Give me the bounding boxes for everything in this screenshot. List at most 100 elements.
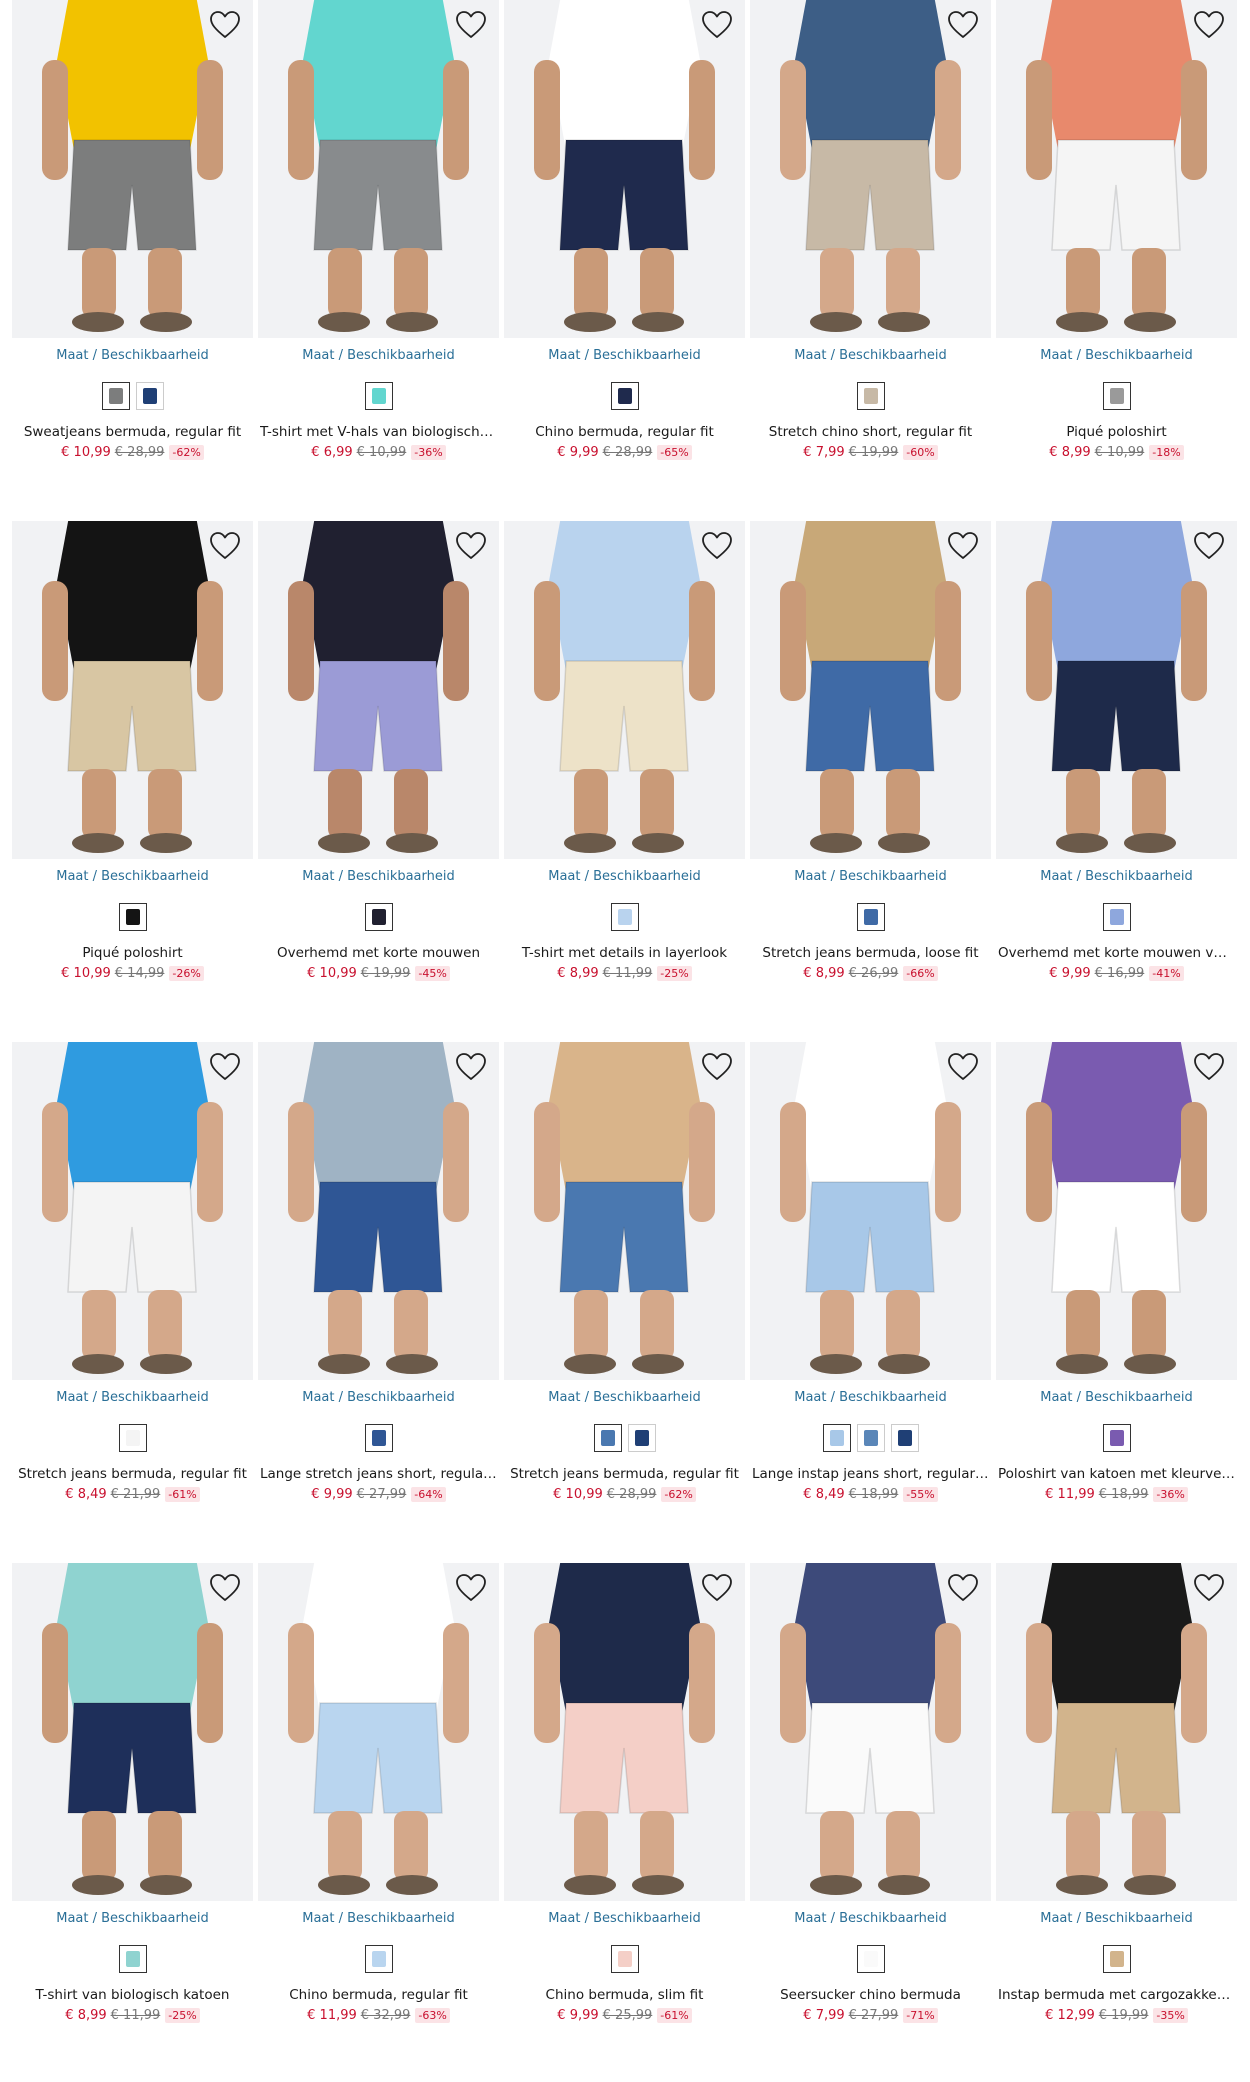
- size-availability-link[interactable]: Maat / Beschikbaarheid: [996, 1911, 1237, 1926]
- heart-outline-icon[interactable]: [947, 1573, 979, 1603]
- product-card[interactable]: Maat / Beschikbaarheid Stretch jeans berm…: [750, 521, 991, 1001]
- product-card[interactable]: Maat / Beschikbaarheid T-shirt met V-hals…: [258, 0, 499, 480]
- heart-outline-icon[interactable]: [1193, 1573, 1225, 1603]
- heart-outline-icon[interactable]: [455, 1052, 487, 1082]
- product-name[interactable]: Seersucker chino bermuda: [752, 1987, 989, 2003]
- product-name[interactable]: Overhemd met korte mouwen van linnen loo…: [998, 945, 1235, 961]
- product-image[interactable]: [504, 1563, 745, 1901]
- product-image[interactable]: [996, 1042, 1237, 1380]
- color-swatch[interactable]: [890, 1424, 919, 1452]
- product-card[interactable]: Maat / Beschikbaarheid Chino bermuda, sli…: [504, 1563, 745, 2043]
- color-swatch[interactable]: [856, 382, 885, 410]
- product-card[interactable]: Maat / Beschikbaarheid Lange instap jeans…: [750, 1042, 991, 1522]
- product-card[interactable]: Maat / Beschikbaarheid Stretch jeans berm…: [12, 1042, 253, 1522]
- size-availability-link[interactable]: Maat / Beschikbaarheid: [996, 869, 1237, 884]
- product-image[interactable]: [258, 521, 499, 859]
- size-availability-link[interactable]: Maat / Beschikbaarheid: [258, 869, 499, 884]
- size-availability-link[interactable]: Maat / Beschikbaarheid: [504, 348, 745, 363]
- product-card[interactable]: Maat / Beschikbaarheid Chino bermuda, reg…: [258, 1563, 499, 2043]
- product-name[interactable]: Piqué poloshirt: [14, 945, 251, 961]
- size-availability-link[interactable]: Maat / Beschikbaarheid: [258, 1911, 499, 1926]
- color-swatch[interactable]: [118, 1945, 147, 1973]
- product-name[interactable]: Lange stretch jeans short, regular fit: [260, 1466, 497, 1482]
- heart-outline-icon[interactable]: [1193, 531, 1225, 561]
- product-image[interactable]: [750, 0, 991, 338]
- product-image[interactable]: [750, 521, 991, 859]
- size-availability-link[interactable]: Maat / Beschikbaarheid: [258, 1390, 499, 1405]
- size-availability-link[interactable]: Maat / Beschikbaarheid: [504, 1390, 745, 1405]
- product-name[interactable]: Poloshirt van katoen met kleurverloop: [998, 1466, 1235, 1482]
- product-card[interactable]: Maat / Beschikbaarheid T-shirt met detail…: [504, 521, 745, 1001]
- heart-outline-icon[interactable]: [455, 531, 487, 561]
- size-availability-link[interactable]: Maat / Beschikbaarheid: [504, 869, 745, 884]
- product-name[interactable]: T-shirt met V-hals van biologisch katoen: [260, 424, 497, 440]
- color-swatch[interactable]: [822, 1424, 851, 1452]
- size-availability-link[interactable]: Maat / Beschikbaarheid: [750, 348, 991, 363]
- color-swatch[interactable]: [1102, 903, 1131, 931]
- heart-outline-icon[interactable]: [701, 531, 733, 561]
- product-card[interactable]: Maat / Beschikbaarheid Lange stretch jean…: [258, 1042, 499, 1522]
- heart-outline-icon[interactable]: [209, 1052, 241, 1082]
- heart-outline-icon[interactable]: [209, 10, 241, 40]
- size-availability-link[interactable]: Maat / Beschikbaarheid: [12, 1911, 253, 1926]
- color-swatch[interactable]: [101, 382, 130, 410]
- product-card[interactable]: Maat / Beschikbaarheid Sweatjeans bermuda…: [12, 0, 253, 480]
- color-swatch[interactable]: [364, 382, 393, 410]
- product-card[interactable]: Maat / Beschikbaarheid Poloshirt van kato…: [996, 1042, 1237, 1522]
- heart-outline-icon[interactable]: [701, 1052, 733, 1082]
- product-image[interactable]: [750, 1563, 991, 1901]
- product-name[interactable]: Piqué poloshirt: [998, 424, 1235, 440]
- color-swatch[interactable]: [856, 903, 885, 931]
- product-card[interactable]: Maat / Beschikbaarheid Seersucker chino b…: [750, 1563, 991, 2043]
- size-availability-link[interactable]: Maat / Beschikbaarheid: [258, 348, 499, 363]
- heart-outline-icon[interactable]: [947, 10, 979, 40]
- product-card[interactable]: Maat / Beschikbaarheid Instap bermuda met…: [996, 1563, 1237, 2043]
- product-name[interactable]: Stretch jeans bermuda, loose fit: [752, 945, 989, 961]
- heart-outline-icon[interactable]: [947, 531, 979, 561]
- heart-outline-icon[interactable]: [1193, 1052, 1225, 1082]
- color-swatch[interactable]: [364, 903, 393, 931]
- heart-outline-icon[interactable]: [209, 1573, 241, 1603]
- size-availability-link[interactable]: Maat / Beschikbaarheid: [12, 869, 253, 884]
- product-card[interactable]: Maat / Beschikbaarheid Piqué poloshirt € 1…: [12, 521, 253, 1001]
- product-name[interactable]: Sweatjeans bermuda, regular fit: [14, 424, 251, 440]
- product-image[interactable]: [504, 521, 745, 859]
- color-swatch[interactable]: [1102, 1424, 1131, 1452]
- heart-outline-icon[interactable]: [455, 1573, 487, 1603]
- size-availability-link[interactable]: Maat / Beschikbaarheid: [996, 1390, 1237, 1405]
- color-swatch[interactable]: [610, 903, 639, 931]
- color-swatch[interactable]: [364, 1945, 393, 1973]
- product-card[interactable]: Maat / Beschikbaarheid Stretch jeans berm…: [504, 1042, 745, 1522]
- product-image[interactable]: [12, 521, 253, 859]
- product-image[interactable]: [258, 1042, 499, 1380]
- product-card[interactable]: Maat / Beschikbaarheid Overhemd met korte…: [996, 521, 1237, 1001]
- color-swatch[interactable]: [1102, 382, 1131, 410]
- product-image[interactable]: [996, 521, 1237, 859]
- product-name[interactable]: Chino bermuda, regular fit: [506, 424, 743, 440]
- color-swatch[interactable]: [135, 382, 164, 410]
- product-card[interactable]: Maat / Beschikbaarheid Chino bermuda, reg…: [504, 0, 745, 480]
- color-swatch[interactable]: [856, 1424, 885, 1452]
- size-availability-link[interactable]: Maat / Beschikbaarheid: [750, 869, 991, 884]
- color-swatch[interactable]: [627, 1424, 656, 1452]
- product-image[interactable]: [996, 1563, 1237, 1901]
- heart-outline-icon[interactable]: [701, 1573, 733, 1603]
- color-swatch[interactable]: [1102, 1945, 1131, 1973]
- heart-outline-icon[interactable]: [209, 531, 241, 561]
- product-name[interactable]: T-shirt van biologisch katoen: [14, 1987, 251, 2003]
- heart-outline-icon[interactable]: [701, 10, 733, 40]
- size-availability-link[interactable]: Maat / Beschikbaarheid: [12, 1390, 253, 1405]
- heart-outline-icon[interactable]: [455, 10, 487, 40]
- color-swatch[interactable]: [118, 1424, 147, 1452]
- product-name[interactable]: Chino bermuda, slim fit: [506, 1987, 743, 2003]
- product-image[interactable]: [258, 0, 499, 338]
- size-availability-link[interactable]: Maat / Beschikbaarheid: [504, 1911, 745, 1926]
- product-name[interactable]: Stretch jeans bermuda, regular fit: [14, 1466, 251, 1482]
- product-image[interactable]: [504, 0, 745, 338]
- color-swatch[interactable]: [610, 1945, 639, 1973]
- product-name[interactable]: Instap bermuda met cargozakken, regular …: [998, 1987, 1235, 2003]
- color-swatch[interactable]: [364, 1424, 393, 1452]
- product-card[interactable]: Maat / Beschikbaarheid Piqué poloshirt € 8…: [996, 0, 1237, 480]
- product-image[interactable]: [258, 1563, 499, 1901]
- product-name[interactable]: Stretch jeans bermuda, regular fit: [506, 1466, 743, 1482]
